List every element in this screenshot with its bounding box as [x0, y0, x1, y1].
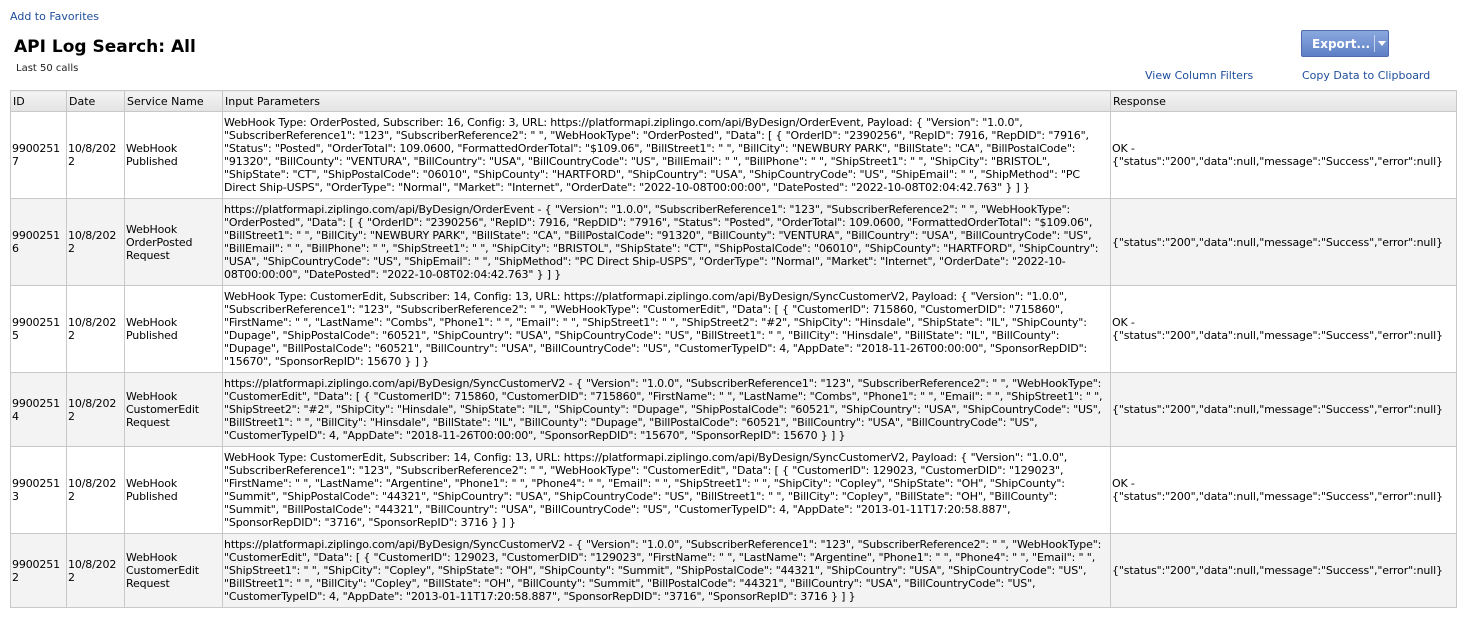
export-button-label: Export... [1312, 36, 1371, 51]
cell-id: 99002514 [10, 372, 67, 447]
table-row: 99002513 10/8/2022 WebHook Published Web… [10, 446, 1457, 534]
cell-id: 99002513 [10, 446, 67, 534]
cell-id: 99002516 [10, 198, 67, 286]
page-title: API Log Search: All [14, 37, 196, 57]
cell-response: {"status":"200","data":null,"message":"S… [1110, 533, 1457, 608]
export-dropdown-caret[interactable] [1375, 41, 1388, 46]
cell-date: 10/8/2022 [66, 446, 125, 534]
cell-date: 10/8/2022 [66, 533, 125, 608]
page-subtitle: Last 50 calls [16, 63, 79, 74]
cell-response: {"status":"200","data":null,"message":"S… [1110, 198, 1457, 286]
add-to-favorites-link[interactable]: Add to Favorites [10, 10, 99, 23]
cell-service-name: WebHook Published [124, 446, 223, 534]
cell-response: {"status":"200","data":null,"message":"S… [1110, 372, 1457, 447]
cell-service-name: WebHook CustomerEdit Request [124, 533, 223, 608]
cell-response: OK - {"status":"200","data":null,"messag… [1110, 111, 1457, 199]
cell-input-parameters: WebHook Type: CustomerEdit, Subscriber: … [222, 285, 1111, 373]
cell-input-parameters: WebHook Type: OrderPosted, Subscriber: 1… [222, 111, 1111, 199]
cell-id: 99002515 [10, 285, 67, 373]
column-header-service-name[interactable]: Service Name [124, 90, 223, 112]
column-header-input-parameters[interactable]: Input Parameters [222, 90, 1111, 112]
column-header-response[interactable]: Response [1110, 90, 1457, 112]
column-header-date[interactable]: Date [66, 90, 125, 112]
table-header-row: ID Date Service Name Input Parameters Re… [10, 90, 1457, 112]
cell-service-name: WebHook Published [124, 111, 223, 199]
column-header-id[interactable]: ID [10, 90, 67, 112]
chevron-down-icon [1377, 41, 1386, 46]
cell-service-name: WebHook CustomerEdit Request [124, 372, 223, 447]
cell-date: 10/8/2022 [66, 372, 125, 447]
export-button[interactable]: Export... [1301, 30, 1389, 57]
table-row: 99002515 10/8/2022 WebHook Published Web… [10, 285, 1457, 373]
table-row: 99002514 10/8/2022 WebHook CustomerEdit … [10, 372, 1457, 447]
table-row: 99002516 10/8/2022 WebHook OrderPosted R… [10, 198, 1457, 286]
cell-response: OK - {"status":"200","data":null,"messag… [1110, 285, 1457, 373]
cell-date: 10/8/2022 [66, 111, 125, 199]
cell-date: 10/8/2022 [66, 198, 125, 286]
cell-input-parameters: https://platformapi.ziplingo.com/api/ByD… [222, 372, 1111, 447]
cell-input-parameters: https://platformapi.ziplingo.com/api/ByD… [222, 533, 1111, 608]
view-column-filters-link[interactable]: View Column Filters [1145, 69, 1253, 82]
cell-input-parameters: WebHook Type: CustomerEdit, Subscriber: … [222, 446, 1111, 534]
cell-date: 10/8/2022 [66, 285, 125, 373]
api-log-table: ID Date Service Name Input Parameters Re… [10, 90, 1457, 608]
cell-service-name: WebHook Published [124, 285, 223, 373]
table-row: 99002512 10/8/2022 WebHook CustomerEdit … [10, 533, 1457, 608]
cell-service-name: WebHook OrderPosted Request [124, 198, 223, 286]
copy-data-to-clipboard-link[interactable]: Copy Data to Clipboard [1302, 69, 1430, 82]
table-row: 99002517 10/8/2022 WebHook Published Web… [10, 111, 1457, 199]
cell-response: OK - {"status":"200","data":null,"messag… [1110, 446, 1457, 534]
cell-id: 99002517 [10, 111, 67, 199]
cell-id: 99002512 [10, 533, 67, 608]
cell-input-parameters: https://platformapi.ziplingo.com/api/ByD… [222, 198, 1111, 286]
